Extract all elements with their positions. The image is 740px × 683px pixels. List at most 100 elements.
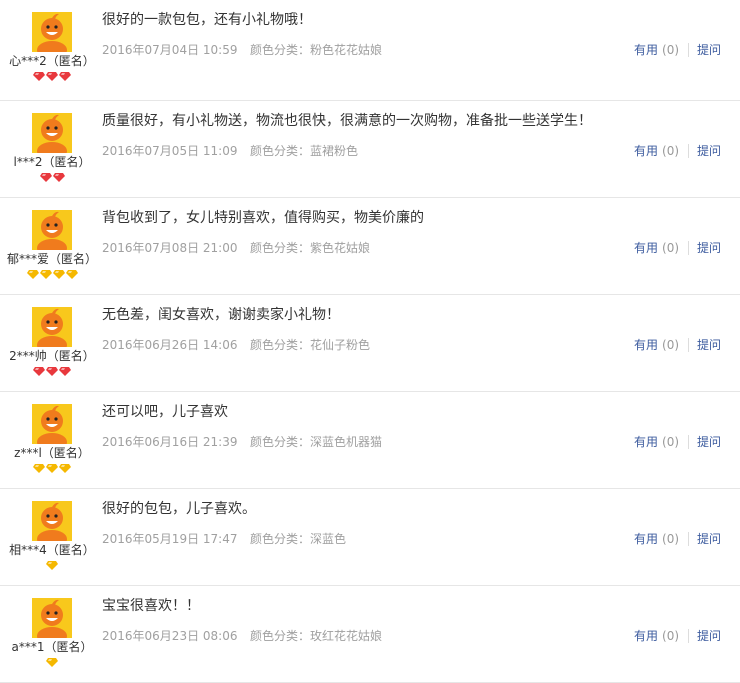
review-content: 很好的一款包包，还有小礼物哦！ (102, 12, 312, 28)
mascot-avatar-icon (32, 404, 72, 444)
review-meta: 2016年06月16日 21:39 颜色分类：深蓝色机器猫 (102, 434, 382, 450)
review-date: 2016年06月23日 08:06 (102, 629, 238, 643)
avatar[interactable] (32, 210, 72, 250)
ask-question-link[interactable]: 提问 (697, 43, 721, 57)
reviewer-nickname: z***l（匿名） (14, 446, 90, 460)
reviewer-info: a***1（匿名） (0, 598, 104, 669)
review-date: 2016年07月08日 21:00 (102, 241, 238, 255)
review-sku: 颜色分类：花仙子粉色 (250, 338, 371, 352)
review-item: 2***帅（匿名） 无色差，闺女喜欢，谢谢卖家小礼物！ 2016年06月26日 … (0, 295, 740, 392)
review-sku: 颜色分类：玫红花花姑娘 (250, 629, 383, 643)
red-diamond-icon (33, 72, 45, 81)
mascot-avatar-icon (32, 307, 72, 347)
review-list: 心***2（匿名） 很好的一款包包，还有小礼物哦！ 2016年07月04日 10… (0, 0, 740, 683)
reviewer-nickname: l***2（匿名） (13, 155, 91, 169)
review-meta: 2016年07月05日 11:09 颜色分类：蓝裙粉色 (102, 143, 358, 159)
useful-button[interactable]: 有用 (634, 241, 658, 255)
review-date: 2016年07月05日 11:09 (102, 144, 238, 158)
useful-button[interactable]: 有用 (634, 629, 658, 643)
reviewer-nickname: 郁***爱（匿名） (6, 252, 97, 266)
reviewer-credit-badges (0, 560, 104, 572)
review-item: l***2（匿名） 质量很好，有小礼物送，物流也很快，很满意的一次购物，准备批一… (0, 101, 740, 198)
mascot-avatar-icon (32, 12, 72, 52)
ask-question-link[interactable]: 提问 (697, 435, 721, 449)
useful-count: (0) (662, 629, 680, 643)
review-content: 背包收到了，女儿特别喜欢，值得购买，物美价廉的 (102, 210, 424, 226)
mascot-avatar-icon (32, 598, 72, 638)
review-sku: 颜色分类：深蓝色机器猫 (250, 435, 383, 449)
gold-diamond-icon (52, 270, 65, 279)
ask-question-link[interactable]: 提问 (697, 144, 721, 158)
review-actions: 有用 (0) 提问 (634, 628, 721, 644)
useful-count: (0) (662, 43, 680, 57)
avatar[interactable] (32, 113, 72, 153)
useful-button[interactable]: 有用 (634, 144, 658, 158)
review-actions: 有用 (0) 提问 (634, 434, 721, 450)
useful-button[interactable]: 有用 (634, 435, 658, 449)
useful-button[interactable]: 有用 (634, 338, 658, 352)
divider (688, 532, 690, 546)
review-date: 2016年05月19日 17:47 (102, 532, 238, 546)
review-meta: 2016年07月04日 10:59 颜色分类：粉色花花姑娘 (102, 42, 382, 58)
red-diamond-icon (52, 173, 65, 182)
reviewer-credit-badges (0, 366, 104, 378)
review-meta: 2016年05月19日 17:47 颜色分类：深蓝色 (102, 531, 346, 547)
red-diamond-icon (46, 367, 58, 376)
useful-button[interactable]: 有用 (634, 532, 658, 546)
ask-question-link[interactable]: 提问 (697, 532, 721, 546)
divider (688, 629, 690, 643)
reviewer-credit-badges (0, 172, 104, 184)
review-item: z***l（匿名） 还可以吧，儿子喜欢 2016年06月16日 21:39 颜色分… (0, 392, 740, 489)
gold-diamond-icon (33, 464, 45, 473)
ask-question-link[interactable]: 提问 (697, 629, 721, 643)
reviewer-nickname: 相***4（匿名） (9, 543, 95, 557)
mascot-avatar-icon (32, 501, 72, 541)
review-sku: 颜色分类：粉色花花姑娘 (250, 43, 383, 57)
avatar[interactable] (32, 307, 72, 347)
reviewer-info: l***2（匿名） (0, 113, 104, 184)
useful-button[interactable]: 有用 (634, 43, 658, 57)
red-diamond-icon (59, 72, 71, 81)
review-actions: 有用 (0) 提问 (634, 337, 721, 353)
reviewer-credit-badges (0, 657, 104, 669)
red-diamond-icon (46, 72, 58, 81)
review-actions: 有用 (0) 提问 (634, 531, 721, 547)
review-item: 郁***爱（匿名） 背包收到了，女儿特别喜欢，值得购买，物美价廉的 2016年0… (0, 198, 740, 295)
red-diamond-icon (33, 367, 45, 376)
useful-count: (0) (662, 241, 680, 255)
avatar[interactable] (32, 404, 72, 444)
mascot-avatar-icon (32, 113, 72, 153)
review-actions: 有用 (0) 提问 (634, 240, 721, 256)
review-sku: 颜色分类：蓝裙粉色 (250, 144, 359, 158)
avatar[interactable] (32, 598, 72, 638)
review-meta: 2016年06月26日 14:06 颜色分类：花仙子粉色 (102, 337, 370, 353)
reviewer-info: z***l（匿名） (0, 404, 104, 475)
gold-diamond-icon (46, 561, 58, 570)
avatar[interactable] (32, 12, 72, 52)
divider (688, 241, 690, 255)
review-meta: 2016年06月23日 08:06 颜色分类：玫红花花姑娘 (102, 628, 382, 644)
review-meta: 2016年07月08日 21:00 颜色分类：紫色花姑娘 (102, 240, 370, 256)
reviewer-nickname: a***1（匿名） (11, 640, 93, 654)
divider (688, 144, 690, 158)
gold-diamond-icon (46, 464, 58, 473)
reviewer-info: 郁***爱（匿名） (0, 210, 104, 281)
review-actions: 有用 (0) 提问 (634, 42, 721, 58)
review-item: 相***4（匿名） 很好的包包，儿子喜欢。 2016年05月19日 17:47 颜… (0, 489, 740, 586)
reviewer-credit-badges (0, 269, 104, 281)
review-content: 无色差，闺女喜欢，谢谢卖家小礼物！ (102, 307, 340, 323)
useful-count: (0) (662, 532, 680, 546)
avatar[interactable] (32, 501, 72, 541)
review-actions: 有用 (0) 提问 (634, 143, 721, 159)
gold-diamond-icon (65, 270, 78, 279)
review-date: 2016年06月16日 21:39 (102, 435, 238, 449)
reviewer-nickname: 2***帅（匿名） (9, 349, 95, 363)
useful-count: (0) (662, 144, 680, 158)
reviewer-credit-badges (0, 71, 104, 83)
reviewer-nickname: 心***2（匿名） (9, 54, 95, 68)
reviewer-info: 2***帅（匿名） (0, 307, 104, 378)
ask-question-link[interactable]: 提问 (697, 241, 721, 255)
reviewer-info: 相***4（匿名） (0, 501, 104, 572)
review-content: 质量很好，有小礼物送，物流也很快，很满意的一次购物，准备批一些送学生！ (102, 113, 592, 129)
ask-question-link[interactable]: 提问 (697, 338, 721, 352)
